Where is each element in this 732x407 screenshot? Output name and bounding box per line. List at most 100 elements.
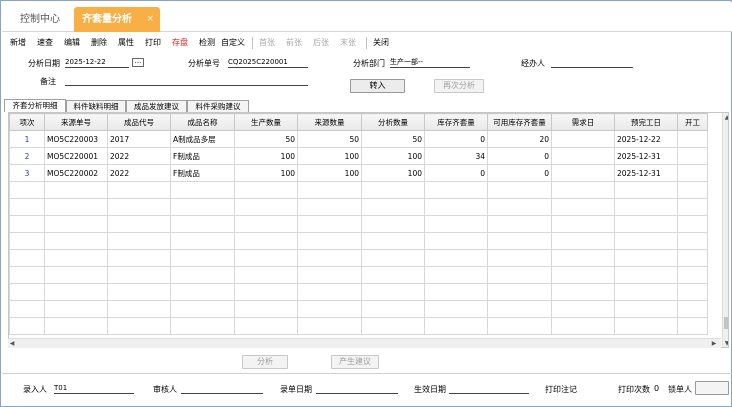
table-cell[interactable] (107, 300, 171, 318)
table-cell[interactable] (297, 317, 362, 335)
table-cell[interactable]: 2022 (107, 147, 171, 165)
column-header[interactable]: 需求日 (551, 113, 615, 131)
table-cell[interactable]: 100 (361, 164, 425, 182)
table-cell[interactable] (614, 317, 678, 335)
table-cell[interactable] (44, 232, 108, 250)
empty-row[interactable] (9, 215, 708, 233)
horizontal-scrollbar[interactable]: ◀ ▶ (8, 338, 721, 348)
table-cell[interactable] (551, 181, 615, 199)
table-cell[interactable] (361, 283, 425, 301)
table-cell[interactable] (107, 317, 171, 335)
table-cell[interactable] (677, 300, 708, 318)
table-cell[interactable] (170, 181, 235, 199)
table-cell[interactable] (107, 198, 171, 216)
table-cell[interactable] (487, 266, 552, 284)
table-cell[interactable] (44, 300, 108, 318)
table-row[interactable]: 2 MO5C220001 2022 F制成品 100 100 100 34 0 2025-12-3… (9, 147, 708, 165)
table-cell[interactable] (361, 198, 425, 216)
column-header[interactable]: 生产数量 (234, 113, 298, 131)
table-cell[interactable]: 2025-12-31 (614, 147, 678, 165)
table-cell[interactable] (614, 215, 678, 233)
table-cell[interactable] (677, 215, 708, 233)
table-cell[interactable] (9, 198, 45, 216)
table-cell[interactable] (677, 164, 708, 182)
table-cell[interactable] (424, 215, 488, 233)
table-cell[interactable]: 100 (297, 147, 362, 165)
table-cell[interactable] (677, 198, 708, 216)
table-cell[interactable] (677, 181, 708, 199)
first-record-button[interactable]: 首张 (259, 37, 275, 48)
table-cell[interactable]: 20 (487, 130, 552, 148)
locker-field[interactable] (695, 381, 729, 395)
table-cell[interactable] (9, 181, 45, 199)
table-cell[interactable] (361, 232, 425, 250)
tab-shortage-detail[interactable]: 料件缺料明细 (66, 100, 126, 112)
table-cell[interactable] (614, 283, 678, 301)
table-cell[interactable] (361, 215, 425, 233)
table-cell[interactable] (487, 181, 552, 199)
analysis-dept-field[interactable]: 生产一部-- (390, 57, 470, 68)
table-cell[interactable] (677, 317, 708, 335)
table-cell[interactable]: 2025-12-31 (614, 164, 678, 182)
table-cell[interactable] (424, 283, 488, 301)
table-cell[interactable] (170, 300, 235, 318)
scroll-left-icon[interactable]: ◀ (8, 340, 16, 347)
empty-row[interactable] (9, 198, 708, 216)
table-cell[interactable] (361, 317, 425, 335)
empty-row[interactable] (9, 249, 708, 267)
table-cell[interactable]: 50 (234, 130, 298, 148)
analysis-date-field[interactable]: 2025-12-22 (65, 57, 129, 68)
generate-suggestion-button[interactable]: 产生建议 (331, 355, 379, 369)
remark-field[interactable] (65, 75, 308, 86)
column-header[interactable]: 分析数量 (361, 113, 425, 131)
table-cell[interactable] (361, 249, 425, 267)
table-cell[interactable] (170, 283, 235, 301)
table-cell[interactable] (9, 232, 45, 250)
table-cell[interactable]: MO5C220003 (44, 130, 108, 148)
table-cell[interactable] (487, 198, 552, 216)
table-cell[interactable] (424, 317, 488, 335)
table-cell[interactable] (107, 232, 171, 250)
table-cell[interactable]: 34 (424, 147, 488, 165)
table-cell[interactable]: MO5C220001 (44, 147, 108, 165)
table-cell[interactable] (170, 198, 235, 216)
last-record-button[interactable]: 末张 (340, 37, 356, 48)
empty-row[interactable] (9, 232, 708, 250)
table-cell[interactable] (487, 215, 552, 233)
tab-release-suggestion[interactable]: 成品发放建议 (126, 100, 187, 112)
entry-date-field[interactable] (316, 383, 398, 394)
reviewer-field[interactable] (181, 383, 263, 394)
table-cell[interactable]: 50 (361, 130, 425, 148)
table-cell[interactable]: 100 (234, 147, 298, 165)
table-cell[interactable]: 50 (297, 130, 362, 148)
delete-button[interactable]: 删除 (91, 37, 107, 48)
table-cell[interactable] (677, 249, 708, 267)
table-cell[interactable] (107, 266, 171, 284)
table-cell[interactable] (551, 232, 615, 250)
table-cell[interactable] (234, 283, 298, 301)
table-cell[interactable] (551, 300, 615, 318)
table-cell[interactable]: 100 (234, 164, 298, 182)
table-cell[interactable] (551, 164, 615, 182)
table-cell[interactable]: 2025-12-22 (614, 130, 678, 148)
table-cell[interactable] (234, 249, 298, 267)
entered-by-field[interactable]: T01 (54, 383, 134, 394)
close-button[interactable]: 关闭 (373, 37, 389, 48)
scrollbar-thumb[interactable] (724, 317, 728, 329)
reanalyze-button[interactable]: 再次分析 (434, 79, 484, 93)
table-cell[interactable] (424, 300, 488, 318)
analysis-number-field[interactable]: CQ2025C220001 (228, 57, 308, 68)
table-cell[interactable]: A制成品多层 (170, 130, 235, 148)
table-cell[interactable]: MO5C220002 (44, 164, 108, 182)
table-cell[interactable] (297, 283, 362, 301)
table-cell[interactable]: F制成品 (170, 147, 235, 165)
next-record-button[interactable]: 后张 (313, 37, 329, 48)
table-cell[interactable] (44, 181, 108, 199)
column-header[interactable]: 来源数量 (297, 113, 362, 131)
column-header[interactable]: 成品名称 (170, 113, 235, 131)
table-cell[interactable]: 2022 (107, 164, 171, 182)
table-cell[interactable] (107, 181, 171, 199)
table-cell[interactable] (551, 317, 615, 335)
table-cell[interactable] (44, 283, 108, 301)
table-cell[interactable] (9, 249, 45, 267)
